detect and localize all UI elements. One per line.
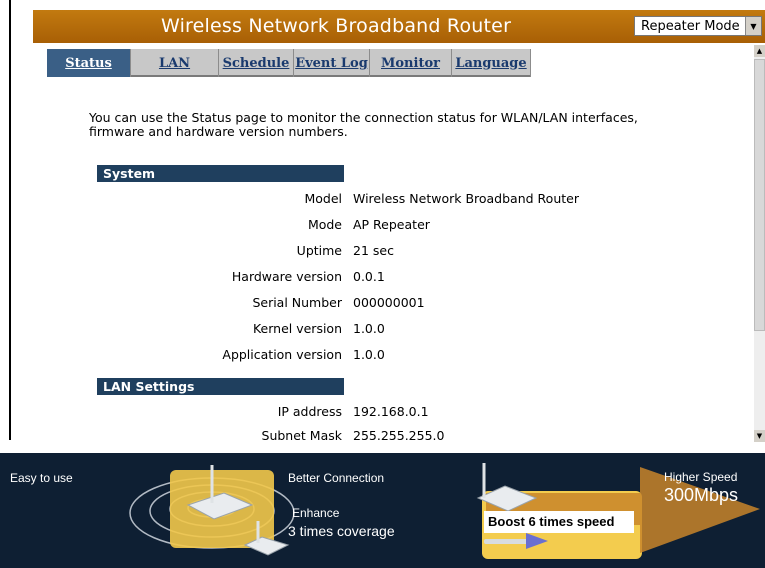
system-row: Serial Number 000000001: [42, 295, 742, 315]
tab-schedule[interactable]: Schedule: [219, 49, 294, 77]
tab-bar: Status LAN Schedule Event Log Monitor La…: [47, 49, 531, 77]
system-row: Hardware version 0.0.1: [42, 269, 742, 289]
row-label: Uptime: [296, 243, 342, 258]
intro-text: You can use the Status page to monitor t…: [89, 110, 638, 139]
tab-monitor[interactable]: Monitor: [370, 49, 452, 77]
row-value: 255.255.255.0: [353, 428, 445, 442]
lan-section-header: LAN Settings: [97, 378, 344, 395]
tab-status[interactable]: Status: [47, 49, 131, 77]
row-value: Wireless Network Broadband Router: [353, 191, 579, 206]
banner-better-text: Better Connection: [288, 471, 385, 485]
row-value: 21 sec: [353, 243, 394, 258]
row-label: Model: [304, 191, 342, 206]
chevron-down-icon[interactable]: ▼: [745, 17, 761, 35]
left-divider: [9, 0, 11, 440]
row-label: Subnet Mask: [261, 428, 342, 442]
scroll-up-icon[interactable]: ▲: [754, 45, 765, 57]
tab-event-log[interactable]: Event Log: [294, 49, 370, 77]
row-label: IP address: [277, 404, 342, 419]
mode-select-value: Repeater Mode: [641, 18, 740, 34]
mode-select[interactable]: Repeater Mode ▼: [634, 16, 762, 36]
row-label: Application version: [222, 347, 342, 362]
tab-language[interactable]: Language: [452, 49, 531, 77]
row-value: AP Repeater: [353, 217, 430, 232]
row-value: 1.0.0: [353, 321, 385, 336]
status-panel: You can use the Status page to monitor t…: [42, 80, 754, 443]
vertical-scrollbar[interactable]: ▲ ▼: [754, 45, 765, 442]
row-label: Kernel version: [252, 321, 342, 336]
row-value: 192.168.0.1: [353, 404, 429, 419]
system-row: Application version 1.0.0: [42, 347, 742, 367]
banner-coverage-text: 3 times coverage: [288, 523, 395, 539]
banner-speed-text: 300Mbps: [664, 485, 739, 505]
tab-lan[interactable]: LAN: [131, 49, 219, 77]
row-label: Mode: [307, 217, 342, 232]
scrollbar-thumb[interactable]: [754, 59, 765, 331]
banner-easy-text: Easy to use: [10, 471, 73, 485]
system-section-header: System: [97, 165, 344, 182]
system-row: Uptime 21 sec: [42, 243, 742, 263]
banner-higher-text: Higher Speed: [664, 470, 738, 484]
lan-row: Subnet Mask 255.255.255.0: [42, 428, 742, 442]
promo-banner: Easy to use Better Connection Enhance 3 …: [0, 453, 765, 568]
system-row: Mode AP Repeater: [42, 217, 742, 237]
system-row: Kernel version 1.0.0: [42, 321, 742, 341]
row-value: 000000001: [353, 295, 425, 310]
banner-enhance-text: Enhance: [292, 506, 340, 520]
system-row: Model Wireless Network Broadband Router: [42, 191, 742, 211]
row-value: 1.0.0: [353, 347, 385, 362]
scroll-down-icon[interactable]: ▼: [754, 430, 765, 442]
lan-row: IP address 192.168.0.1: [42, 404, 742, 424]
row-label: Hardware version: [231, 269, 342, 284]
page-title: Wireless Network Broadband Router: [161, 15, 512, 37]
row-value: 0.0.1: [353, 269, 385, 284]
row-label: Serial Number: [252, 295, 342, 310]
banner-boost-text: Boost 6 times speed: [488, 514, 615, 529]
